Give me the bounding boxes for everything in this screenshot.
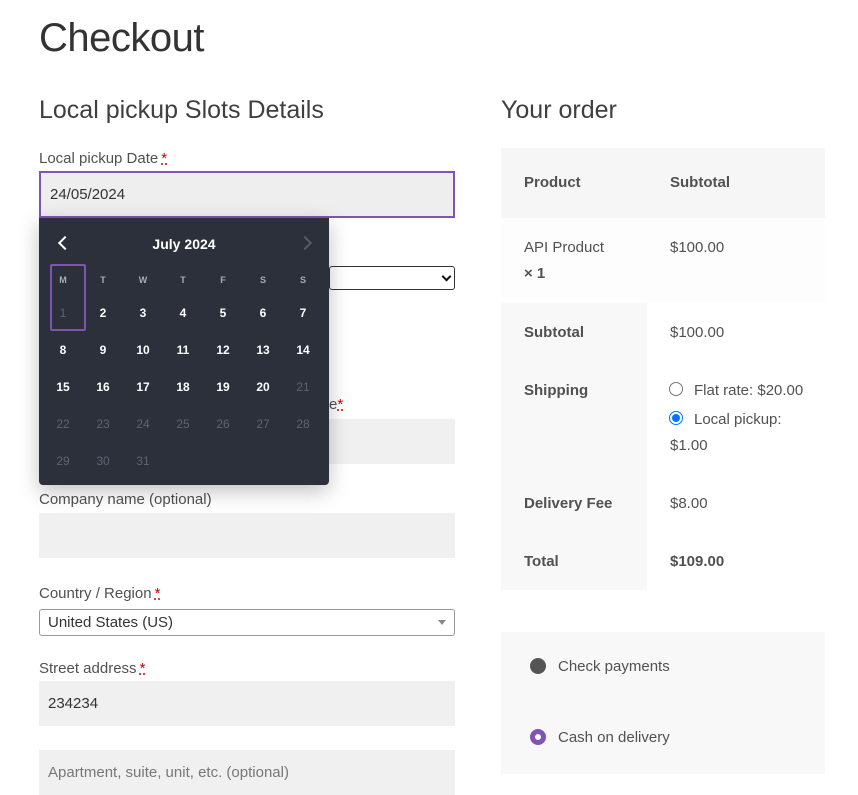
pickup-date-label: Local pickup Date *	[39, 150, 168, 167]
calendar-day[interactable]: 3	[123, 294, 163, 331]
datepicker-month[interactable]: July	[152, 236, 180, 252]
calendar-day: 26	[216, 416, 230, 431]
weekday-header: M	[59, 275, 67, 285]
street-input[interactable]: 234234	[39, 681, 455, 726]
calendar-day[interactable]: 2	[83, 294, 123, 331]
order-header-row: Product Subtotal	[501, 148, 825, 218]
datepicker: July 2024 MTWTFSS 1 2 3 4 5 6 7 8 9 10 11 12 13 14 15 1…	[39, 218, 329, 485]
calendar-day: 21	[296, 379, 310, 394]
weekday-header: W	[138, 275, 148, 285]
calendar-day[interactable]: 13	[243, 331, 283, 368]
calendar-day: 1	[59, 305, 67, 320]
shipping-local-label[interactable]: Local pickup:	[694, 411, 782, 428]
pickup-slot-select[interactable]	[329, 266, 455, 290]
calendar-day[interactable]: 19	[203, 368, 243, 405]
shipping-label: Shipping	[524, 382, 589, 399]
calendar-day[interactable]: 12	[203, 331, 243, 368]
pickup-date-input[interactable]: 24/05/2024	[39, 171, 455, 218]
pickup-section-title: Local pickup Slots Details	[39, 96, 324, 124]
col-product: Product	[524, 174, 581, 191]
total-label: Total	[524, 553, 559, 570]
subtotal-value: $100.00	[670, 324, 725, 341]
item-qty: × 1	[524, 265, 546, 282]
calendar-day: 28	[296, 416, 310, 431]
calendar-day[interactable]: 18	[163, 368, 203, 405]
calendar-day[interactable]: 8	[43, 331, 83, 368]
calendar-day[interactable]: 16	[83, 368, 123, 405]
order-item-row: API Product × 1 $100.00	[501, 218, 825, 303]
check-payments-label[interactable]: Check payments	[558, 658, 670, 675]
calendar-day[interactable]: 10	[123, 331, 163, 368]
calendar-day[interactable]: 5	[203, 294, 243, 331]
calendar-day: 24	[136, 416, 150, 431]
item-price: $100.00	[670, 239, 725, 256]
street-label: Street address *	[39, 660, 146, 677]
payment-methods: Check payments Cash on delivery	[501, 632, 825, 774]
calendar-day: 31	[136, 453, 150, 468]
datepicker-days: 1 2 3 4 5 6 7 8 9 10 11 12 13 14 15 16 17 18 19 20 21 22 23 24 2…	[43, 294, 325, 479]
calendar-day: 29	[56, 453, 70, 468]
shipping-local-radio[interactable]	[669, 411, 683, 425]
cod-radio[interactable]	[530, 729, 546, 745]
datepicker-year[interactable]: 2024	[184, 236, 215, 252]
calendar-day[interactable]: 15	[43, 368, 83, 405]
caret-down-icon	[438, 620, 446, 625]
col-subtotal: Subtotal	[670, 174, 730, 191]
calendar-day[interactable]: 11	[163, 331, 203, 368]
weekday-header: S	[259, 275, 266, 285]
shipping-flat-radio[interactable]	[669, 382, 683, 396]
weekday-header: T	[100, 275, 106, 285]
calendar-day[interactable]: 6	[243, 294, 283, 331]
fee-label: Delivery Fee	[524, 495, 613, 512]
calendar-day[interactable]: 7	[283, 294, 323, 331]
chevron-down-icon	[441, 271, 452, 281]
check-payments-radio[interactable]	[530, 658, 546, 674]
partial-field-input[interactable]	[329, 419, 455, 464]
calendar-day: 25	[176, 416, 190, 431]
calendar-day[interactable]: 20	[243, 368, 283, 405]
calendar-day: 22	[56, 416, 70, 431]
calendar-day[interactable]: 9	[83, 331, 123, 368]
weekday-header: T	[180, 275, 186, 285]
fee-value: $8.00	[670, 495, 708, 512]
weekday-header: S	[299, 275, 306, 285]
company-input[interactable]	[39, 513, 455, 558]
order-section-title: Your order	[501, 96, 617, 124]
calendar-day: 23	[96, 416, 110, 431]
shipping-flat-label[interactable]: Flat rate: $20.00	[694, 382, 803, 399]
apartment-input[interactable]: Apartment, suite, unit, etc. (optional)	[39, 750, 455, 795]
calendar-day: 30	[96, 453, 110, 468]
shipping-local-price: $1.00	[670, 437, 708, 454]
cod-label[interactable]: Cash on delivery	[558, 729, 670, 746]
subtotal-label: Subtotal	[524, 324, 584, 341]
calendar-day[interactable]: 4	[163, 294, 203, 331]
weekday-header: F	[220, 275, 226, 285]
datepicker-header: July 2024	[39, 218, 329, 270]
calendar-day: 27	[256, 416, 270, 431]
country-label: Country / Region *	[39, 585, 161, 602]
item-name: API Product	[524, 239, 605, 256]
total-value: $109.00	[670, 553, 725, 570]
company-label: Company name (optional)	[39, 491, 212, 508]
calendar-day[interactable]: 14	[283, 331, 323, 368]
calendar-day[interactable]: 17	[123, 368, 163, 405]
country-select[interactable]: United States (US)	[39, 609, 455, 636]
partial-field-label: e*	[329, 396, 344, 413]
page-title: Checkout	[39, 16, 204, 60]
datepicker-weekdays: MTWTFSS	[43, 270, 325, 290]
